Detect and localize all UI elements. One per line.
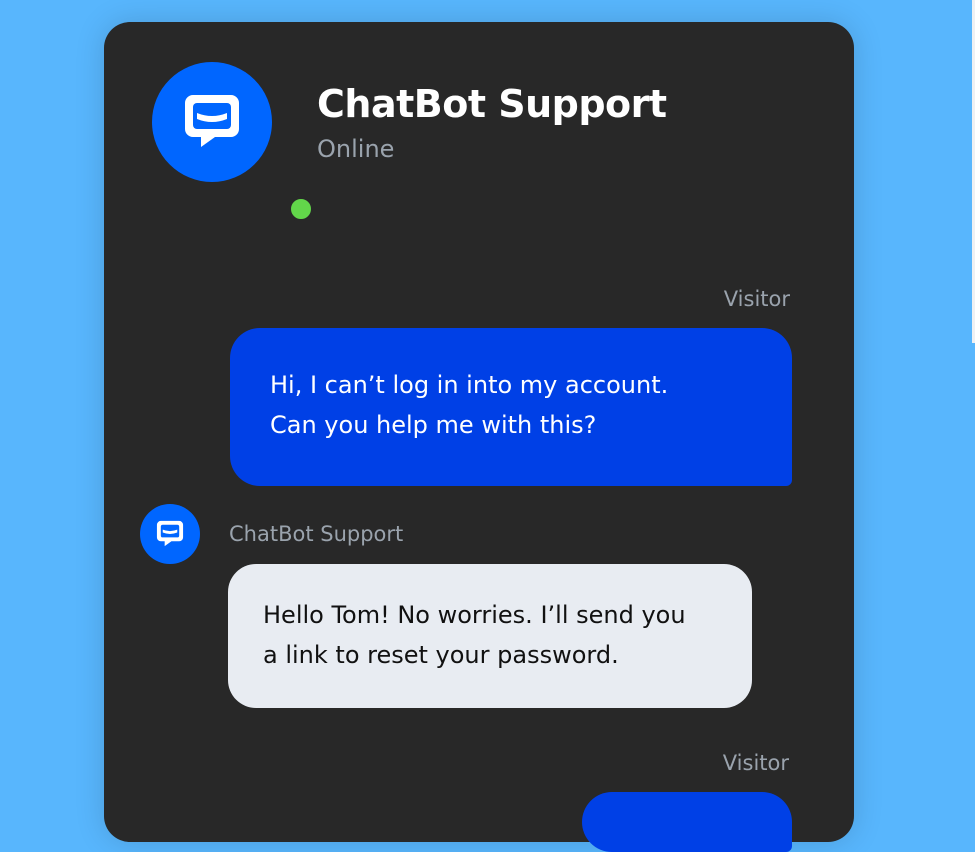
chatbot-logo-icon xyxy=(185,95,239,147)
chatbot-small-avatar xyxy=(140,504,200,564)
sender-label: Visitor xyxy=(722,751,789,775)
chat-title: ChatBot Support xyxy=(317,82,667,126)
online-status-dot xyxy=(288,196,314,222)
message-line: Hello Tom! No worries. I’ll send you xyxy=(263,601,686,629)
message-line: Hi, I can’t log in into my account. xyxy=(270,371,669,399)
visitor-message-bubble xyxy=(582,792,792,852)
sender-label: Visitor xyxy=(723,287,790,311)
chat-status: Online xyxy=(317,135,395,163)
message-line: a link to reset your password. xyxy=(263,641,619,669)
bot-message-bubble: Hello Tom! No worries. I’ll send you a l… xyxy=(228,564,752,708)
sender-label: ChatBot Support xyxy=(229,522,404,546)
chatbot-avatar xyxy=(152,62,314,222)
message-line: Can you help me with this? xyxy=(270,411,597,439)
chat-window: ChatBot Support Online Visitor Hi, I can… xyxy=(104,22,854,852)
chatbot-logo-icon xyxy=(156,520,184,547)
visitor-message-bubble: Hi, I can’t log in into my account. Can … xyxy=(230,328,792,486)
